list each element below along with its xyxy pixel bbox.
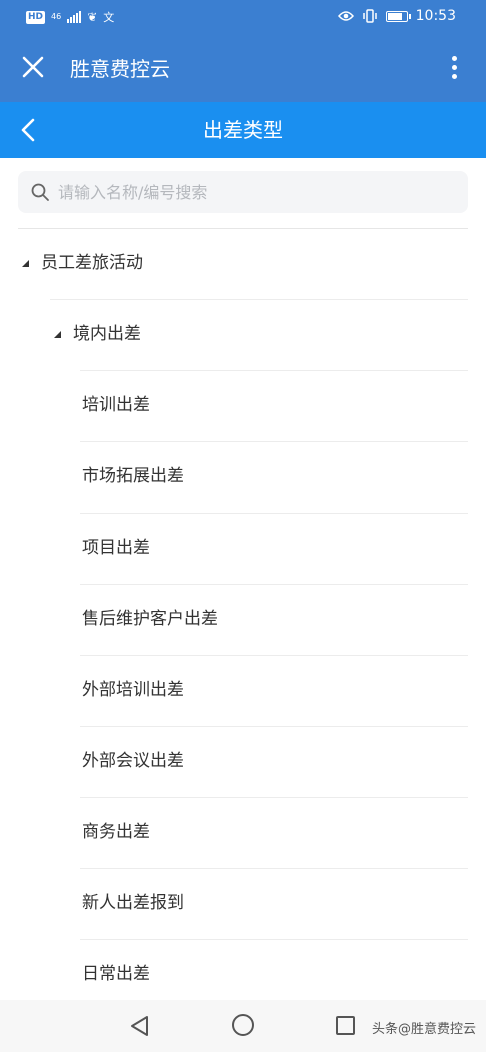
- list-item[interactable]: 外部会议出差: [82, 726, 184, 796]
- system-nav-bar: 头条@胜意费控云: [0, 1000, 486, 1052]
- caret-down-icon[interactable]: [22, 259, 29, 267]
- tree-node-label: 境内出差: [73, 324, 141, 344]
- search-input[interactable]: [58, 171, 458, 213]
- list-item[interactable]: 项目出差: [82, 513, 150, 583]
- list-item-label: 商务出差: [82, 822, 150, 842]
- status-left: HD 46 ❦ 文: [26, 9, 114, 25]
- list-item[interactable]: 商务出差: [82, 797, 150, 867]
- list-item-label: 新人出差报到: [82, 893, 184, 913]
- page-header: 出差类型: [0, 102, 486, 158]
- network-type: 46: [51, 12, 62, 21]
- close-icon[interactable]: [18, 52, 48, 82]
- nav-recents-icon[interactable]: [336, 1016, 355, 1035]
- tree-node-label: 员工差旅活动: [41, 253, 143, 273]
- search-icon: [31, 183, 49, 201]
- list-item-label: 项目出差: [82, 538, 150, 558]
- app-title-bar: 胜意费控云: [0, 36, 486, 102]
- search-bar[interactable]: [18, 171, 468, 213]
- list-item[interactable]: 售后维护客户出差: [82, 584, 218, 654]
- list-item[interactable]: 市场拓展出差: [82, 441, 184, 511]
- page-title: 出差类型: [203, 118, 283, 142]
- hd-badge: HD: [26, 10, 46, 24]
- ime-icon: 文: [103, 11, 115, 24]
- list-item-label: 日常出差: [82, 964, 150, 984]
- leaf-icon: ❦: [87, 10, 98, 24]
- vibrate-icon: [362, 9, 377, 23]
- list-item-label: 培训出差: [82, 395, 150, 415]
- eye-icon: [337, 11, 354, 21]
- tree-node-group[interactable]: 境内出差: [54, 299, 141, 369]
- app-title: 胜意费控云: [70, 57, 170, 81]
- battery-icon: [385, 10, 411, 22]
- list-item-label: 外部会议出差: [82, 751, 184, 771]
- list-item[interactable]: 外部培训出差: [82, 655, 184, 725]
- nav-back-icon[interactable]: [128, 1014, 152, 1038]
- tree-node-root[interactable]: 员工差旅活动: [22, 228, 143, 298]
- list-item-label: 售后维护客户出差: [82, 609, 218, 629]
- caret-down-icon[interactable]: [54, 330, 61, 338]
- clock: 10:53: [415, 8, 456, 24]
- list-item[interactable]: 新人出差报到: [82, 868, 184, 938]
- more-icon[interactable]: [444, 54, 464, 84]
- signal-icon: [67, 11, 82, 23]
- status-right: 10:53: [337, 8, 456, 24]
- nav-home-icon[interactable]: [232, 1014, 254, 1036]
- list-item-label: 市场拓展出差: [82, 466, 184, 486]
- list-item-label: 外部培训出差: [82, 680, 184, 700]
- list-item[interactable]: 培训出差: [82, 370, 150, 440]
- watermark: 头条@胜意费控云: [371, 1022, 476, 1037]
- list-item[interactable]: 日常出差: [82, 939, 150, 1009]
- status-bar: HD 46 ❦ 文 10:53: [0, 0, 486, 36]
